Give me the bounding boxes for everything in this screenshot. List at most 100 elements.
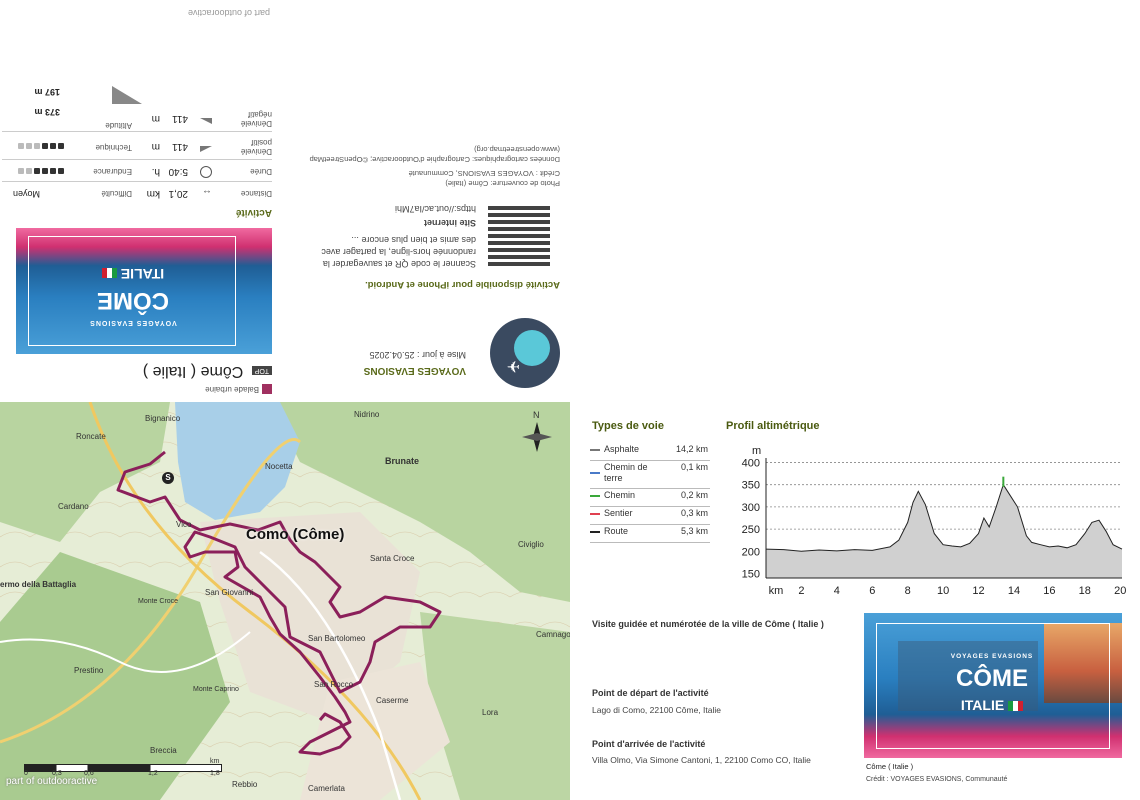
alt-min: 197 m — [34, 87, 60, 97]
voie-swatch — [590, 531, 600, 533]
y-tick-label: 350 — [742, 480, 760, 492]
stat-row: Distance ↔ 20,1 km Difficulté Moyen — [2, 181, 272, 204]
page-title-row: TOP Côme ( Italie ) — [143, 362, 272, 380]
start-label: Point de départ de l'activité — [592, 688, 709, 698]
map-label: Prestino — [74, 666, 104, 675]
stat-row: Durée 5:40 h. Endurance — [2, 159, 272, 182]
italy-flag-icon — [1008, 701, 1024, 712]
map-credit: Données cartographiques: Cartographie d'… — [309, 155, 560, 164]
voie-value: 0,2 km — [680, 490, 708, 500]
map-label: Cardano — [58, 502, 89, 511]
end-label: Point d'arrivée de l'activité — [592, 739, 706, 749]
app-text: Scanner le code QR et sauvegarder la ran… — [321, 235, 476, 269]
y-tick-label: 250 — [742, 524, 760, 536]
app-title: Activité disponible pour iPhone et Andro… — [365, 279, 560, 290]
x-tick-label: 16 — [1043, 585, 1055, 597]
profile-area — [766, 484, 1122, 578]
y-tick-label: 400 — [742, 457, 760, 469]
scale-tick: 1,2 — [148, 770, 158, 777]
voie-row: Sentier 0,3 km — [590, 506, 710, 525]
map-city-label: Como (Côme) — [246, 526, 345, 543]
photo-sub: ITALIE — [876, 697, 1108, 713]
map-label: Roncate — [76, 432, 106, 441]
photo-caption: Côme ( Italie ) — [866, 762, 914, 771]
ascent-icon — [200, 146, 212, 152]
italy-flag-icon — [101, 267, 117, 278]
map-watermark: part of outdooractive — [6, 776, 98, 787]
voie-row: Route 5,3 km — [590, 524, 710, 543]
map-label: San Rocco — [314, 680, 354, 689]
category-label: Balade urbaine — [205, 384, 272, 394]
map-label: Breccia — [150, 746, 177, 755]
map-label: Nidrino — [354, 410, 380, 419]
map-credit-2: (www.openstreetmap.org) — [474, 145, 560, 154]
endurance-dots — [16, 166, 64, 175]
map-label: San Bartolomeo — [308, 634, 366, 643]
x-tick-label: 4 — [834, 585, 840, 597]
profile-line — [765, 483, 1123, 552]
descent-icon — [200, 118, 212, 124]
x-tick-label: 20 — [1114, 585, 1126, 597]
voie-title: Types de voie — [592, 420, 664, 432]
cover-photo: VOYAGES EVASIONS CÔME ITALIE — [16, 228, 272, 354]
voie-name: Sentier — [604, 508, 633, 518]
site-url[interactable]: https://out.ac/Ia7Mhi — [395, 204, 476, 214]
page-title: Côme ( Italie ) — [142, 363, 244, 380]
author-logo-icon: ✈ — [490, 318, 560, 388]
map-label: San Giovanni — [205, 588, 254, 597]
x-tick-label: 12 — [972, 585, 984, 597]
voie-swatch — [590, 472, 600, 474]
start-marker-icon[interactable]: S — [162, 472, 174, 484]
y-tick-label: 200 — [742, 546, 760, 558]
voie-row: Chemin 0,2 km — [590, 488, 710, 507]
map-label: Lora — [482, 708, 499, 717]
cover-title: CÔME — [97, 287, 169, 314]
map-label: Brunate — [385, 456, 420, 466]
voie-value: 5,3 km — [680, 526, 708, 536]
qr-code — [488, 206, 550, 268]
north-arrow-icon: N — [522, 410, 552, 462]
voie-name: Chemin — [604, 490, 636, 500]
brand-text: part of outdooractive — [187, 8, 270, 18]
stat-row: Dénivelé positif 411 m Technique — [2, 131, 272, 160]
activity-description: Visite guidée et numérotée de la ville d… — [592, 619, 824, 629]
x-tick-label: 6 — [869, 585, 875, 597]
route-map[interactable]: Bignanico Roncate Nidrino Brunate Nocett… — [0, 402, 570, 800]
start-value: Lago di Como, 22100 Côme, Italie — [592, 705, 721, 715]
elevation-profile-chart: m 150 200 250 300 350 400 km 2 4 6 8 10 12 14 16 18 20 — [742, 445, 1127, 597]
profile-title: Profil altimétrique — [726, 420, 820, 432]
photo-credit-2: Crédit : VOYAGES EVASIONS, Communauté — [408, 169, 560, 178]
voie-swatch — [590, 495, 600, 497]
y-tick-label: 150 — [742, 569, 760, 581]
scale-tick: 1,8 — [210, 770, 220, 777]
map-label: Camerlata — [308, 784, 345, 793]
voie-value: 0,3 km — [680, 508, 708, 518]
map-label: ermo della Battaglia — [0, 580, 77, 589]
site-label: Site internet — [423, 218, 476, 228]
map-label: Rebbio — [232, 780, 258, 789]
alt-max: 373 m — [34, 107, 60, 117]
map-label: Santa Croce — [370, 554, 415, 563]
x-unit: km — [769, 585, 784, 597]
technique-dots — [16, 141, 64, 150]
photo-credit: Photo de couverture: Côme (Italie) — [445, 179, 560, 188]
map-label: Nocetta — [265, 462, 293, 471]
plane-icon: ✈ — [506, 357, 520, 374]
map-label: Caserme — [376, 696, 409, 705]
destination-photo: VOYAGES EVASIONS CÔME ITALIE — [864, 613, 1122, 758]
arrow-icon: ↔ — [202, 187, 212, 198]
voie-legend: Asphalte 14,2 km Chemin de terre 0,1 km Chem… — [590, 442, 710, 543]
y-tick-label: 300 — [742, 502, 760, 514]
cover-sub: ITALIE — [30, 266, 236, 282]
x-tick-label: 18 — [1079, 585, 1091, 597]
y-unit: m — [752, 445, 761, 457]
photo-title: CÔME — [956, 665, 1028, 692]
map-label: Monte Croce — [138, 598, 179, 605]
voie-value: 14,2 km — [675, 444, 708, 454]
map-label: Civiglio — [518, 540, 544, 549]
folded-top-panel: part of outdooractive Balade urbaine TOP… — [0, 0, 1140, 400]
map-label: Monte Caprino — [193, 686, 239, 693]
voie-value: 0,1 km — [680, 462, 708, 472]
clock-icon — [200, 166, 212, 178]
voie-row: Chemin de terre 0,1 km — [590, 460, 710, 489]
